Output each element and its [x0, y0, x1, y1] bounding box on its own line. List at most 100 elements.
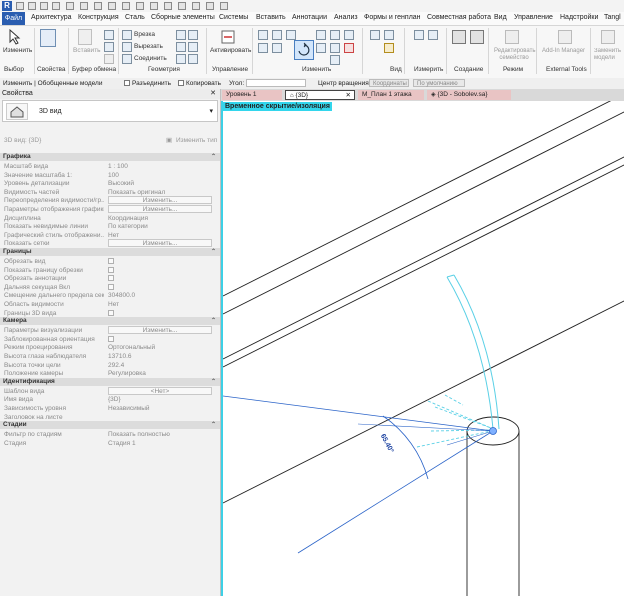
- default-button[interactable]: По умолчанию: [413, 79, 465, 87]
- property-section[interactable]: Границы ⌃: [0, 248, 220, 256]
- tab-3d[interactable]: ⌂ {3D} ✕: [285, 90, 355, 100]
- menu-collaborate[interactable]: Совместная работа: [427, 14, 491, 21]
- collapse-icon[interactable]: ⌃: [211, 421, 216, 429]
- create-parts-icon[interactable]: [452, 30, 466, 44]
- property-section[interactable]: Графика ⌃: [0, 153, 220, 161]
- group-view[interactable]: Вид: [390, 66, 402, 73]
- cut-geometry-icon[interactable]: [122, 42, 132, 52]
- collapse-icon[interactable]: ⌃: [211, 248, 216, 256]
- tab-3d-sobolev[interactable]: ◈ {3D - Sobolev.sa}: [427, 90, 511, 100]
- split-icon[interactable]: [330, 30, 340, 40]
- menu-insert[interactable]: Вставить: [256, 14, 286, 21]
- menu-massing[interactable]: Формы и генплан: [364, 14, 421, 21]
- menu-precast[interactable]: Сборные элементы: [151, 14, 215, 21]
- create-assembly-icon[interactable]: [470, 30, 484, 44]
- menu-architecture[interactable]: Архитектура: [31, 14, 72, 21]
- switch-windows-icon[interactable]: [206, 2, 214, 10]
- sync-settings-icon[interactable]: [52, 2, 60, 10]
- unpin-icon[interactable]: [330, 55, 340, 65]
- disjoin-checkbox[interactable]: [124, 80, 130, 86]
- split-face-icon[interactable]: [176, 42, 186, 52]
- edit-family-icon[interactable]: [505, 30, 519, 44]
- menu-view[interactable]: Вид: [494, 14, 507, 21]
- collapse-icon[interactable]: ⌃: [211, 378, 216, 386]
- property-edit-button[interactable]: <Нет>: [108, 386, 212, 395]
- addin-manager-button[interactable]: Add-In Manager: [542, 48, 585, 54]
- move-icon[interactable]: [258, 43, 268, 53]
- rotate-icon[interactable]: [294, 40, 314, 60]
- angle-input[interactable]: [246, 79, 306, 87]
- property-section[interactable]: Камера ⌃: [0, 317, 220, 326]
- trim-icon[interactable]: [316, 30, 326, 40]
- undo-icon[interactable]: [66, 2, 74, 10]
- delete-icon[interactable]: [344, 43, 354, 53]
- tab-level-1[interactable]: Уровень 1: [222, 90, 282, 100]
- menu-annotate[interactable]: Аннотации: [292, 14, 327, 21]
- property-value[interactable]: Стадия 1: [108, 439, 216, 448]
- copy-element-icon[interactable]: [272, 43, 282, 53]
- collapse-icon[interactable]: ⌃: [211, 153, 216, 161]
- mirror-axis-icon[interactable]: [286, 30, 296, 40]
- offset-icon[interactable]: [272, 30, 282, 40]
- print-icon[interactable]: [94, 2, 102, 10]
- property-section[interactable]: Идентификация ⌃: [0, 377, 220, 386]
- app-logo-icon[interactable]: R: [2, 1, 12, 11]
- modify-button[interactable]: Изменить: [3, 47, 32, 54]
- property-edit-button[interactable]: Изменить...: [108, 205, 212, 213]
- customize-qat-icon[interactable]: [220, 2, 228, 10]
- property-checkbox[interactable]: [108, 258, 114, 264]
- copy-checkbox[interactable]: [178, 80, 184, 86]
- measure-icon[interactable]: [108, 2, 116, 10]
- group-external-tools[interactable]: External Tools: [546, 66, 587, 73]
- menu-steel[interactable]: Сталь: [125, 14, 145, 21]
- clip-cut-icon[interactable]: [104, 42, 114, 52]
- menu-systems[interactable]: Системы: [219, 14, 248, 21]
- menu-tangl[interactable]: Tangl: [604, 14, 621, 21]
- override-graphics-icon[interactable]: [370, 30, 380, 40]
- replace-models-button[interactable]: Заменить модели: [594, 48, 624, 62]
- cut-button[interactable]: Вырезать: [134, 43, 163, 50]
- properties-icon[interactable]: [40, 29, 56, 47]
- property-checkbox[interactable]: [108, 275, 114, 282]
- property-edit-button[interactable]: Изменить...: [108, 239, 212, 248]
- menu-structure[interactable]: Конструкция: [78, 14, 119, 21]
- coords-button[interactable]: Координаты: [369, 79, 409, 87]
- save-icon[interactable]: [28, 2, 36, 10]
- paste-icon[interactable]: [78, 29, 92, 45]
- slice-button[interactable]: Врезка: [134, 31, 155, 38]
- slice-icon[interactable]: [122, 30, 132, 40]
- array-icon[interactable]: [344, 30, 354, 40]
- demolish-icon[interactable]: [176, 54, 186, 64]
- sync-icon[interactable]: [40, 2, 48, 10]
- open-icon[interactable]: [16, 2, 24, 10]
- group-geometry[interactable]: Геометрия: [148, 66, 180, 73]
- property-checkbox[interactable]: [108, 266, 114, 273]
- close-hidden-icon[interactable]: [192, 2, 200, 10]
- activate-button[interactable]: Активировать: [210, 47, 251, 54]
- wall-joins-icon[interactable]: [176, 30, 186, 40]
- group-controls[interactable]: Управление: [212, 66, 248, 73]
- copy-icon[interactable]: [104, 30, 114, 40]
- drawing-canvas[interactable]: 65.40°: [221, 101, 624, 596]
- tab-plan-level-1[interactable]: M_План 1 этажа: [358, 90, 424, 100]
- addin-manager-icon[interactable]: [558, 30, 572, 44]
- join-icon[interactable]: [122, 54, 132, 64]
- group-measure[interactable]: Измерить: [414, 66, 443, 73]
- match-type-icon[interactable]: [104, 54, 114, 64]
- collapse-icon[interactable]: ⌃: [211, 317, 216, 325]
- property-edit-button[interactable]: Изменить...: [108, 326, 212, 335]
- join-button[interactable]: Соединить: [134, 55, 167, 62]
- menu-analyze[interactable]: Анализ: [334, 14, 358, 21]
- temp-hide-icon[interactable]: [384, 43, 394, 53]
- rotation-center-icon[interactable]: [489, 427, 497, 435]
- group-properties[interactable]: Свойства: [37, 66, 66, 73]
- beam-join-icon[interactable]: [188, 30, 198, 40]
- tag-icon[interactable]: [136, 2, 144, 10]
- property-edit-button[interactable]: Изменить...: [108, 196, 212, 205]
- property-section[interactable]: Стадии ⌃: [0, 421, 220, 430]
- edit-family-button[interactable]: Редактировать семейство: [494, 48, 535, 62]
- dimension-icon[interactable]: [122, 2, 130, 10]
- menu-addins[interactable]: Надстройки: [560, 14, 598, 21]
- remove-paint-icon[interactable]: [188, 54, 198, 64]
- property-checkbox[interactable]: [108, 335, 114, 342]
